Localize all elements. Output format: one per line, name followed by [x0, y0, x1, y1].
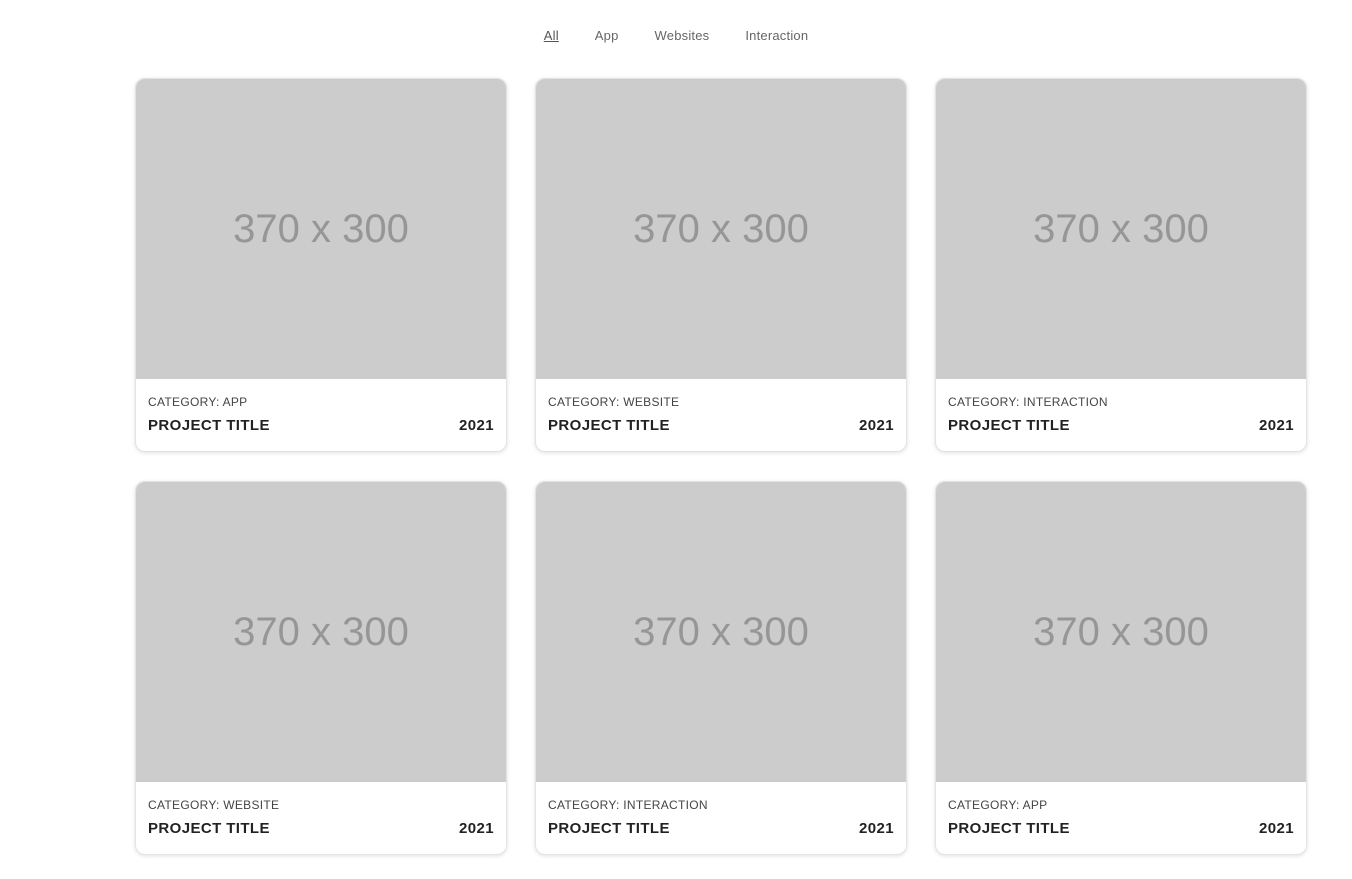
portfolio-grid: 370 x 300 CATEGORY: APP PROJECT TITLE 20… [135, 78, 1307, 855]
project-year: 2021 [459, 820, 494, 837]
project-category: CATEGORY: WEBSITE [148, 798, 280, 812]
filter-all[interactable]: All [526, 28, 577, 44]
project-title: PROJECT TITLE [148, 417, 270, 434]
project-title: PROJECT TITLE [548, 417, 670, 434]
filter-websites[interactable]: Websites [637, 28, 728, 44]
thumbnail-placeholder-label: 370 x 300 [633, 206, 809, 251]
project-info: CATEGORY: APP PROJECT TITLE 2021 [136, 379, 506, 434]
project-card[interactable]: 370 x 300 CATEGORY: WEBSITE PROJECT TITL… [135, 481, 507, 855]
project-info: CATEGORY: WEBSITE PROJECT TITLE 2021 [536, 379, 906, 434]
project-info: CATEGORY: INTERACTION PROJECT TITLE 2021 [936, 379, 1306, 434]
project-year: 2021 [459, 417, 494, 434]
project-title: PROJECT TITLE [548, 820, 670, 837]
project-thumbnail: 370 x 300 [136, 482, 506, 782]
project-year: 2021 [1259, 417, 1294, 434]
project-card[interactable]: 370 x 300 CATEGORY: APP PROJECT TITLE 20… [135, 78, 507, 452]
project-thumbnail: 370 x 300 [936, 79, 1306, 379]
project-year: 2021 [1259, 820, 1294, 837]
project-card[interactable]: 370 x 300 CATEGORY: WEBSITE PROJECT TITL… [535, 78, 907, 452]
project-category: CATEGORY: INTERACTION [948, 395, 1108, 409]
thumbnail-placeholder-label: 370 x 300 [233, 206, 409, 251]
filter-app[interactable]: App [577, 28, 637, 44]
project-card[interactable]: 370 x 300 CATEGORY: INTERACTION PROJECT … [535, 481, 907, 855]
project-category: CATEGORY: APP [148, 395, 248, 409]
project-year: 2021 [859, 820, 894, 837]
thumbnail-placeholder-label: 370 x 300 [233, 609, 409, 654]
project-thumbnail: 370 x 300 [936, 482, 1306, 782]
project-title: PROJECT TITLE [948, 820, 1070, 837]
project-category: CATEGORY: APP [948, 798, 1048, 812]
project-title: PROJECT TITLE [148, 820, 270, 837]
project-thumbnail: 370 x 300 [536, 79, 906, 379]
project-info: CATEGORY: INTERACTION PROJECT TITLE 2021 [536, 782, 906, 837]
portfolio-filter-bar: All App Websites Interaction [0, 28, 1352, 44]
thumbnail-placeholder-label: 370 x 300 [633, 609, 809, 654]
project-card[interactable]: 370 x 300 CATEGORY: APP PROJECT TITLE 20… [935, 481, 1307, 855]
thumbnail-placeholder-label: 370 x 300 [1033, 206, 1209, 251]
project-thumbnail: 370 x 300 [536, 482, 906, 782]
project-category: CATEGORY: INTERACTION [548, 798, 708, 812]
project-thumbnail: 370 x 300 [136, 79, 506, 379]
filter-interaction[interactable]: Interaction [727, 28, 826, 44]
project-info: CATEGORY: APP PROJECT TITLE 2021 [936, 782, 1306, 837]
project-category: CATEGORY: WEBSITE [548, 395, 680, 409]
project-info: CATEGORY: WEBSITE PROJECT TITLE 2021 [136, 782, 506, 837]
project-year: 2021 [859, 417, 894, 434]
project-card[interactable]: 370 x 300 CATEGORY: INTERACTION PROJECT … [935, 78, 1307, 452]
project-title: PROJECT TITLE [948, 417, 1070, 434]
thumbnail-placeholder-label: 370 x 300 [1033, 609, 1209, 654]
